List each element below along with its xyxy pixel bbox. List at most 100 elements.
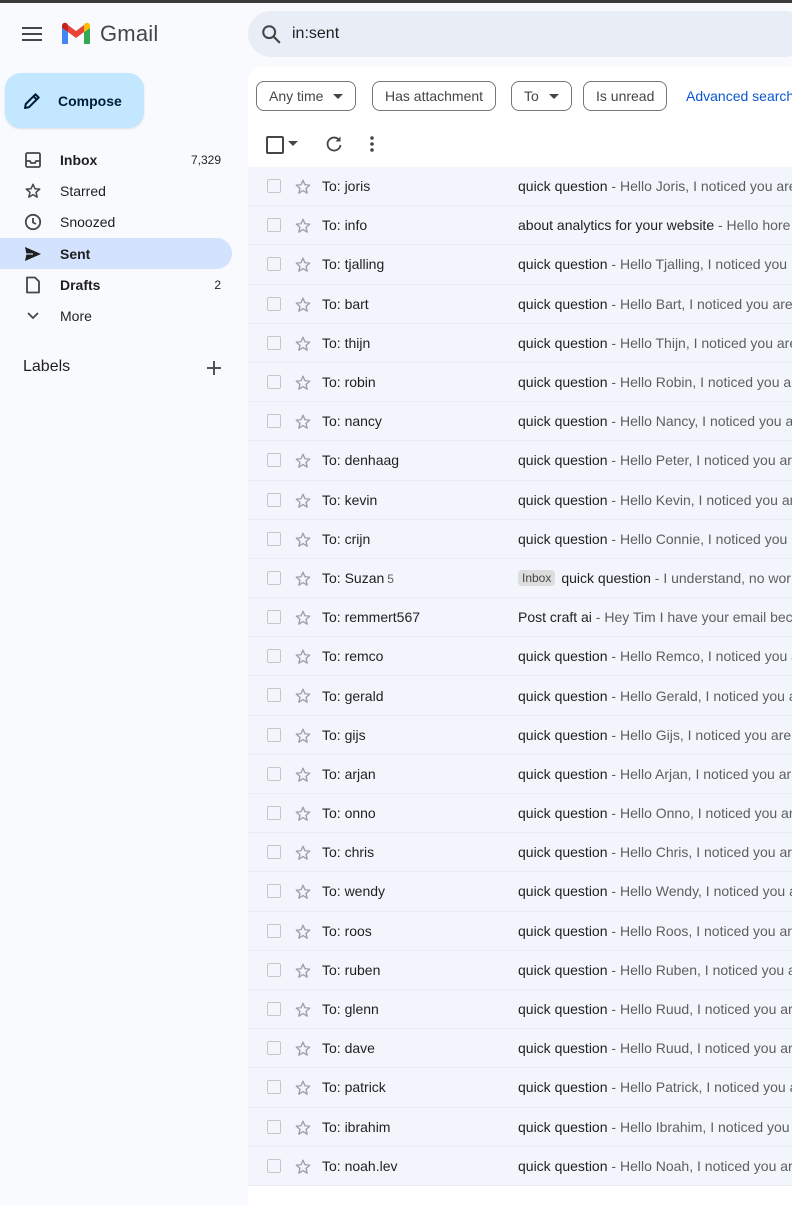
email-row[interactable]: To: nancy quick question - Hello Nancy, I… <box>248 402 792 442</box>
star-icon[interactable] <box>294 883 312 904</box>
row-checkbox[interactable] <box>267 1001 281 1016</box>
row-checkbox[interactable] <box>267 962 281 977</box>
row-checkbox[interactable] <box>267 1080 281 1095</box>
email-row[interactable]: To: crijn quick question - Hello Connie, … <box>248 519 792 559</box>
sidebar-item-inbox[interactable]: Inbox 7,329 <box>0 144 232 175</box>
email-row[interactable]: To: glenn quick question - Hello Ruud, I … <box>248 989 792 1030</box>
star-icon[interactable] <box>294 492 312 513</box>
main-menu-button[interactable] <box>12 14 52 54</box>
row-checkbox[interactable] <box>267 1119 281 1134</box>
star-icon[interactable] <box>294 413 312 434</box>
star-icon[interactable] <box>294 335 312 356</box>
select-dropdown-caret-icon[interactable] <box>288 139 298 149</box>
sidebar-item-starred[interactable]: Starred <box>0 175 232 206</box>
search-input[interactable]: in:sent <box>292 25 339 43</box>
gmail-logo[interactable]: Gmail <box>60 20 158 48</box>
row-checkbox[interactable] <box>267 414 281 429</box>
email-row[interactable]: To: thijn quick question - Hello Thijn, I… <box>248 323 792 363</box>
to-filter[interactable]: To <box>511 81 572 111</box>
star-icon[interactable] <box>294 1040 312 1061</box>
email-row[interactable]: To: wendy quick question - Hello Wendy, I… <box>248 872 792 912</box>
email-row[interactable]: To: bart quick question - Hello Bart, I n… <box>248 284 792 324</box>
star-icon[interactable] <box>294 1119 312 1140</box>
email-row[interactable]: To: ibrahim quick question - Hello Ibrahi… <box>248 1107 792 1147</box>
add-label-icon[interactable] <box>204 358 224 378</box>
email-row[interactable]: To: arjan quick question - Hello Arjan, I… <box>248 754 792 794</box>
refresh-icon[interactable] <box>324 134 344 154</box>
star-icon[interactable] <box>294 452 312 473</box>
email-row[interactable]: To: roos quick question - Hello Roos, I n… <box>248 911 792 951</box>
sidebar-item-sent[interactable]: Sent <box>0 237 232 270</box>
row-checkbox[interactable] <box>267 727 281 742</box>
email-row[interactable]: To: denhaag quick question - Hello Peter,… <box>248 441 792 481</box>
row-checkbox[interactable] <box>267 766 281 781</box>
email-row[interactable]: To: chris quick question - Hello Chris, I… <box>248 833 792 873</box>
email-row[interactable]: To: Suzan 5 Inbox quick question - I unders… <box>248 558 792 599</box>
star-icon[interactable] <box>294 178 312 199</box>
select-all-checkbox[interactable] <box>266 136 284 154</box>
sidebar-item-snoozed[interactable]: Snoozed <box>0 207 232 238</box>
row-checkbox[interactable] <box>267 218 281 233</box>
email-row[interactable]: To: dave quick question - Hello Ruud, I n… <box>248 1029 792 1069</box>
star-icon[interactable] <box>294 923 312 944</box>
star-icon[interactable] <box>294 1001 312 1022</box>
inbox-label-badge[interactable]: Inbox <box>518 569 556 586</box>
star-icon[interactable] <box>294 609 312 630</box>
row-checkbox[interactable] <box>267 1158 281 1173</box>
email-row[interactable]: To: noah.lev quick question - Hello Noah,… <box>248 1146 792 1186</box>
row-checkbox[interactable] <box>267 453 281 468</box>
star-icon[interactable] <box>294 727 312 748</box>
star-icon[interactable] <box>294 531 312 552</box>
star-icon[interactable] <box>294 648 312 669</box>
star-icon[interactable] <box>294 570 312 591</box>
star-icon[interactable] <box>294 296 312 317</box>
search-icon[interactable] <box>260 23 282 45</box>
row-checkbox[interactable] <box>267 179 281 193</box>
row-checkbox[interactable] <box>267 492 281 507</box>
row-checkbox[interactable] <box>267 688 281 703</box>
star-icon[interactable] <box>294 1079 312 1100</box>
sidebar-item-drafts[interactable]: Drafts 2 <box>0 269 232 300</box>
email-row[interactable]: To: joris quick question - Hello Joris, I… <box>248 167 792 207</box>
search-bar[interactable]: in:sent <box>248 11 792 57</box>
star-icon[interactable] <box>294 256 312 277</box>
row-checkbox[interactable] <box>267 257 281 272</box>
star-icon[interactable] <box>294 217 312 238</box>
email-row[interactable]: To: gerald quick question - Hello Gerald,… <box>248 676 792 716</box>
any-time-filter[interactable]: Any time <box>256 81 357 111</box>
row-checkbox[interactable] <box>267 570 281 585</box>
row-checkbox[interactable] <box>267 845 281 860</box>
star-icon[interactable] <box>294 687 312 708</box>
sidebar-item-more[interactable]: More <box>0 300 232 331</box>
more-vert-icon[interactable] <box>364 134 380 154</box>
has-attachment-filter[interactable]: Has attachment <box>372 81 497 111</box>
email-row[interactable]: To: ruben quick question - Hello Ruben, I… <box>248 950 792 990</box>
row-checkbox[interactable] <box>267 884 281 899</box>
row-checkbox[interactable] <box>267 923 281 938</box>
email-row[interactable]: To: onno quick question - Hello Onno, I n… <box>248 794 792 834</box>
star-icon[interactable] <box>294 962 312 983</box>
star-icon[interactable] <box>294 374 312 395</box>
row-checkbox[interactable] <box>267 610 281 625</box>
star-icon[interactable] <box>294 766 312 787</box>
row-checkbox[interactable] <box>267 374 281 389</box>
row-checkbox[interactable] <box>267 806 281 820</box>
row-checkbox[interactable] <box>267 531 281 546</box>
compose-button[interactable]: Compose <box>5 73 144 128</box>
email-row[interactable]: To: remco quick question - Hello Remco, I… <box>248 637 792 677</box>
email-row[interactable]: To: tjalling quick question - Hello Tjall… <box>248 245 792 285</box>
advanced-search-link[interactable]: Advanced search <box>686 88 792 104</box>
star-icon[interactable] <box>294 805 312 826</box>
email-row[interactable]: To: info about analytics for your website… <box>248 206 792 246</box>
row-checkbox[interactable] <box>267 335 281 350</box>
row-checkbox[interactable] <box>267 649 281 664</box>
email-row[interactable]: To: kevin quick question - Hello Kevin, I… <box>248 480 792 520</box>
email-row[interactable]: To: remmert567 Post craft ai - Hey Tim I … <box>248 598 792 638</box>
row-checkbox[interactable] <box>267 1041 281 1056</box>
star-icon[interactable] <box>294 1158 312 1179</box>
email-row[interactable]: To: gijs quick question - Hello Gijs, I n… <box>248 715 792 755</box>
email-row[interactable]: To: robin quick question - Hello Robin, I… <box>248 362 792 403</box>
star-icon[interactable] <box>294 844 312 865</box>
row-checkbox[interactable] <box>267 296 281 311</box>
is-unread-filter[interactable]: Is unread <box>583 81 668 111</box>
